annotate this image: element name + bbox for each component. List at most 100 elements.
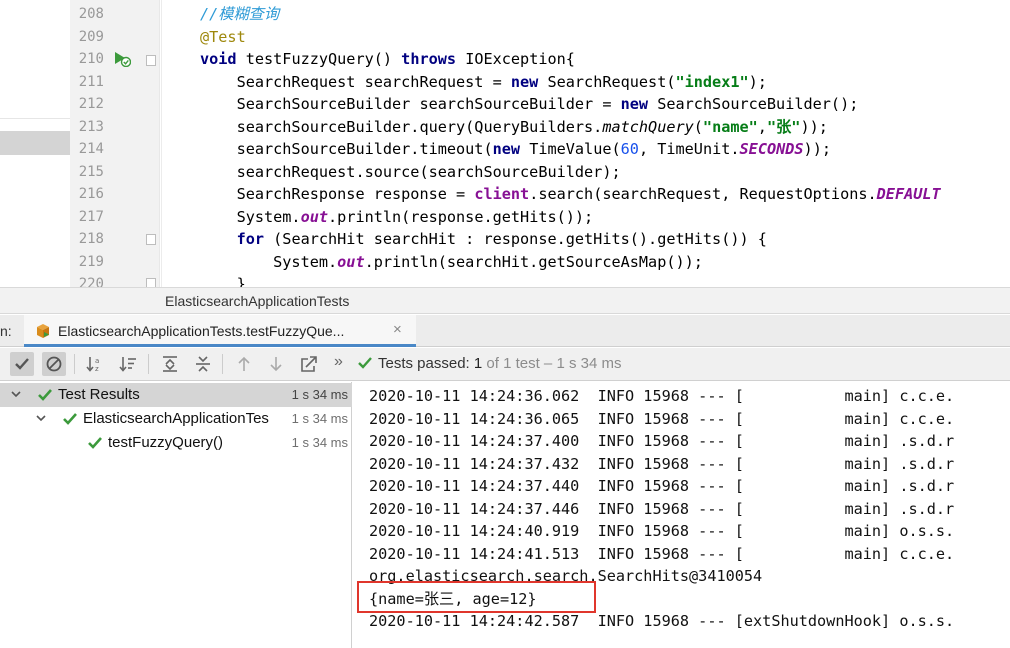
code-token: for [236, 230, 265, 248]
svg-text:z: z [95, 365, 99, 373]
tests-status: Tests passed: 1 of 1 test – 1 s 34 ms [358, 355, 621, 372]
code-line[interactable]: System.out.println(searchHit.getSourceAs… [200, 251, 703, 274]
line-number: 215 [78, 163, 104, 180]
tree-row-test-results[interactable]: Test Results 1 s 34 ms [0, 383, 352, 407]
console-line: 2020-10-11 14:24:37.432 INFO 15968 --- [… [369, 454, 955, 473]
fold-marker-icon[interactable] [146, 234, 156, 245]
code-token: //模糊查询 [200, 5, 280, 23]
code-token: SearchSourceBuilder(); [648, 95, 859, 113]
sort-alpha-icon: az [86, 357, 99, 373]
code-line[interactable]: //模糊查询 [200, 3, 279, 26]
result-highlight-box [357, 581, 596, 613]
checkmark-icon [15, 358, 29, 370]
code-token: throws [401, 50, 457, 68]
more-actions-icon[interactable]: » [334, 353, 343, 371]
export-results-button[interactable] [297, 352, 321, 376]
console-line: 2020-10-11 14:24:37.440 INFO 15968 --- [… [369, 477, 955, 495]
passed-check-icon [38, 389, 52, 401]
collapse-all-button[interactable] [191, 352, 215, 376]
code-line[interactable]: for (SearchHit searchHit : response.getH… [200, 228, 767, 251]
test-runner-toolbar: az » Tests passed: 1 of 1 test – 1 s 34 … [0, 348, 1010, 381]
console-line: 2020-10-11 14:24:37.446 INFO 15968 --- [… [369, 499, 955, 518]
breadcrumb-class[interactable]: ElasticsearchApplicationTests [165, 293, 349, 309]
run-tool-window-tabs: n: ElasticsearchApplicationTests.testFuz… [0, 315, 1010, 347]
code-token: } [200, 275, 246, 287]
project-panel-edge [0, 0, 70, 287]
run-tab-title: ElasticsearchApplicationTests.testFuzzyQ… [58, 323, 345, 339]
close-tab-icon[interactable]: × [393, 321, 402, 338]
code-line[interactable]: searchRequest.source(searchSourceBuilder… [200, 161, 621, 184]
code-token: void [200, 50, 237, 68]
chevron-down-icon[interactable] [11, 389, 21, 399]
code-token: @Test [200, 27, 246, 46]
passed-check-icon [358, 357, 372, 369]
line-number: 209 [78, 28, 104, 45]
svg-text:a: a [95, 357, 99, 365]
tree-row-test-class[interactable]: ElasticsearchApplicationTes 1 s 34 ms [0, 407, 352, 431]
line-number: 219 [78, 253, 104, 270]
tree-duration: 1 s 34 ms [291, 411, 348, 426]
line-number: 214 [78, 141, 104, 157]
sort-duration-icon [119, 357, 136, 372]
passed-check-icon [63, 413, 77, 425]
code-token: out [300, 207, 329, 226]
code-token: searchSourceBuilder.query(QueryBuilders. [200, 117, 603, 136]
fold-marker-icon[interactable] [146, 55, 156, 66]
run-window-label: n: [0, 323, 12, 339]
show-passed-button[interactable] [10, 352, 34, 376]
passed-check-icon [88, 437, 102, 449]
code-line[interactable]: SearchResponse response = client.search(… [200, 183, 941, 206]
code-token: System. [200, 207, 301, 226]
console-line: 2020-10-11 14:24:36.062 INFO 15968 --- [… [369, 387, 955, 405]
test-config-icon [37, 324, 49, 338]
code-line[interactable]: SearchSourceBuilder searchSourceBuilder … [200, 93, 859, 116]
console-line: 2020-10-11 14:24:41.513 INFO 15968 --- [… [369, 544, 955, 563]
run-config-tab[interactable]: ElasticsearchApplicationTests.testFuzzyQ… [24, 315, 416, 347]
tree-row-test-method[interactable]: testFuzzyQuery() 1 s 34 ms [0, 431, 352, 455]
code-line[interactable]: searchSourceBuilder.timeout(new TimeValu… [200, 138, 831, 161]
test-results-tree[interactable]: Test Results 1 s 34 ms ElasticsearchAppl… [0, 382, 352, 648]
code-line[interactable]: System.out.println(response.getHits()); [200, 206, 594, 229]
code-line[interactable]: } [200, 273, 246, 287]
show-ignored-button[interactable] [42, 352, 66, 376]
fold-marker-icon[interactable] [146, 278, 156, 287]
toolbar-separator [148, 354, 149, 374]
code-token: "name" [702, 117, 758, 136]
tree-label: Test Results [58, 386, 140, 403]
sort-alphabetically-button[interactable]: az [84, 352, 108, 376]
breadcrumb: ElasticsearchApplicationTests [0, 287, 1010, 314]
code-token: TimeValue( [520, 140, 621, 158]
tree-duration: 1 s 34 ms [291, 435, 348, 450]
toolbar-separator [222, 354, 223, 374]
code-token: client [474, 185, 530, 203]
code-token: , [757, 117, 767, 136]
line-number: 210 [78, 51, 104, 67]
run-test-icon[interactable] [113, 51, 131, 67]
code-line[interactable]: SearchRequest searchRequest = new Search… [200, 71, 767, 94]
gutter-divider [161, 0, 162, 287]
code-editor[interactable]: 208 209 210 211 212 213 214 215 216 217 218 219 220 … [0, 0, 1010, 287]
code-line[interactable]: @Test [200, 26, 246, 49]
chevron-down-icon[interactable] [36, 413, 46, 423]
line-number: 217 [78, 208, 104, 225]
code-token: .println(response.getHits()); [328, 207, 594, 226]
expand-all-button[interactable] [158, 352, 182, 376]
expand-all-icon [163, 356, 177, 372]
code-line[interactable]: searchSourceBuilder.query(QueryBuilders.… [200, 116, 828, 139]
code-token: SearchRequest( [538, 72, 676, 91]
code-token: SearchRequest searchRequest = [200, 72, 511, 91]
sort-by-duration-button[interactable] [117, 352, 141, 376]
line-number: 212 [78, 96, 104, 112]
code-token: matchQuery [602, 117, 694, 136]
tree-label: testFuzzyQuery() [108, 434, 224, 451]
code-token: System. [200, 252, 338, 271]
status-summary: of 1 test – 1 s 34 ms [482, 355, 622, 372]
next-failed-button[interactable] [264, 352, 288, 376]
code-token: "index1" [675, 72, 749, 91]
selected-project-row[interactable] [0, 131, 70, 155]
previous-failed-button[interactable] [232, 352, 256, 376]
code-token: out [337, 252, 365, 271]
code-line[interactable]: void testFuzzyQuery() throws IOException… [200, 48, 575, 71]
arrow-up-icon [238, 356, 250, 371]
